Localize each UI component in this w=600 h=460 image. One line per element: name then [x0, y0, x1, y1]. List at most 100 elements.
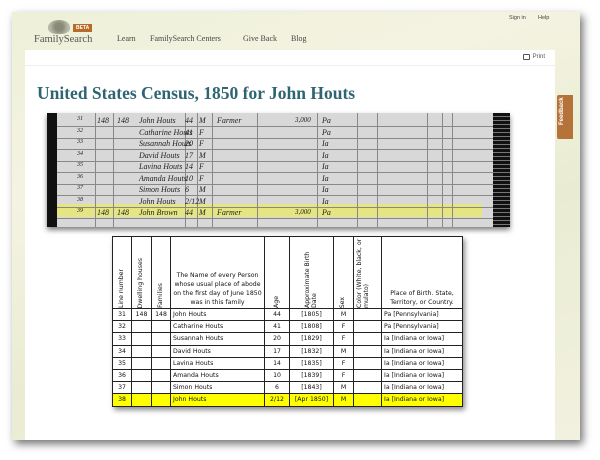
table-cell: 17	[264, 344, 290, 358]
table-cell: Ia [Indiana or Iowa]	[381, 356, 463, 370]
handwritten-sex: M	[199, 208, 206, 217]
handwritten-birth: Ia	[322, 162, 329, 171]
handwritten-name: John Houts	[139, 116, 176, 125]
table-cell	[353, 393, 382, 407]
help-link[interactable]: Help	[538, 15, 549, 21]
handwritten-age: 44	[185, 208, 193, 217]
handwritten-dwelling: 148	[97, 116, 109, 125]
handwritten-sex: F	[199, 139, 204, 148]
page-title: United States Census, 1850 for John Hout…	[37, 83, 356, 103]
handwritten-line: 38	[77, 196, 83, 203]
handwritten-name: Simon Houts	[139, 185, 181, 194]
table-cell: 14	[264, 356, 290, 370]
column-header-label: Color (White, black, or mulato)	[355, 238, 370, 308]
table-row: 37 Simon Houts 6 [1843] M Ia [Indiana or Iowa…	[112, 381, 463, 395]
table-cell	[353, 344, 382, 358]
table-cell	[151, 332, 171, 346]
handwritten-birth: Pa	[322, 116, 331, 125]
column-header: Age	[264, 236, 290, 309]
nav-familysearch-centers[interactable]: FamilySearch Centers	[150, 34, 221, 43]
table-cell: 36	[112, 368, 132, 383]
census-image-row: 37 Simon Houts 6 M Ia	[57, 184, 493, 196]
column-header-label: Approximate Birth Date	[303, 251, 318, 308]
feedback-tab[interactable]: Feedback	[557, 95, 573, 139]
table-cell: David Houts	[170, 344, 265, 358]
table-cell: [1839]	[289, 368, 334, 383]
table-cell: 44	[264, 307, 290, 322]
handwritten-family: 148	[117, 208, 129, 217]
column-header-label: Dwelling houses	[137, 257, 145, 309]
handwritten-birth: Ia	[322, 150, 329, 160]
table-cell: John Houts	[170, 307, 265, 322]
table-cell	[353, 356, 382, 370]
handwritten-birth: Ia	[322, 196, 329, 206]
handwritten-sex: M	[199, 150, 206, 160]
handwritten-name: Susannah Houts	[139, 139, 192, 148]
handwritten-birth: Pa	[322, 127, 331, 137]
table-cell: M	[333, 344, 354, 358]
column-header: Line number	[112, 236, 132, 309]
table-cell: Ia [Indiana or Iowa]	[381, 332, 463, 346]
column-header: Color (White, black, or mulato)	[353, 236, 382, 309]
handwritten-age: 10	[185, 173, 193, 183]
census-image-row: 39 148 148 John Brown 44 M Farmer 3,000 Pa	[57, 207, 493, 219]
sign-in-link[interactable]: Sign in	[509, 15, 526, 21]
familysearch-logo[interactable]: FamilySearch	[28, 20, 108, 48]
census-image-row: 33 Susannah Houts 20 F Ia	[57, 138, 493, 150]
column-header: Dwelling houses	[131, 236, 152, 309]
column-header: The Name of every Person whose usual pla…	[170, 236, 265, 309]
handwritten-name: John Houts	[139, 196, 176, 206]
nav-give-back[interactable]: Give Back	[243, 34, 277, 43]
handwritten-name: John Brown	[139, 208, 178, 217]
table-row: 31 148 148 John Houts 44 [1805] M Pa [Pennsylva…	[112, 307, 463, 322]
table-cell: 20	[264, 332, 290, 346]
table-cell	[353, 320, 382, 334]
table-cell: [Apr 1850]	[289, 393, 334, 407]
tree-icon	[48, 20, 70, 34]
table-cell: 148	[151, 307, 171, 322]
census-image: 31 148 148 John Houts 44 M Farmer 3,000 Pa 32 Cath…	[47, 113, 510, 227]
beta-badge: BETA	[73, 24, 93, 32]
nav-blog[interactable]: Blog	[291, 34, 307, 43]
table-cell: John Houts	[170, 393, 265, 407]
table-cell: 34	[112, 344, 132, 358]
table-cell: Simon Houts	[170, 381, 265, 395]
table-cell: Ia [Indiana or Iowa]	[381, 344, 463, 358]
table-row: 33 Susannah Houts 20 [1829] F Ia [Indiana or …	[112, 332, 463, 346]
column-header-label: Age	[272, 296, 280, 308]
film-edge	[47, 113, 57, 227]
column-header: Families	[151, 236, 171, 309]
table-cell	[131, 320, 152, 334]
handwritten-line: 31	[77, 116, 83, 122]
handwritten-name: David Houts	[139, 150, 180, 160]
table-cell: F	[333, 368, 354, 383]
table-cell: [1835]	[289, 356, 334, 370]
handwritten-sex: M	[199, 116, 206, 125]
table-cell: F	[333, 356, 354, 370]
table-cell: 37	[112, 381, 132, 395]
handwritten-age: 41	[185, 127, 193, 137]
column-header-label: Families	[156, 283, 164, 308]
census-image-row: 35 Lavina Houts 14 F Ia	[57, 161, 493, 173]
table-row: 32 Catharine Houts 41 [1808] F Pa [Pennsylvan…	[112, 320, 463, 334]
table-cell: 35	[112, 356, 132, 370]
column-header-label: Line number	[117, 268, 125, 308]
handwritten-line: 33	[77, 139, 83, 145]
table-cell: 10	[264, 368, 290, 383]
table-cell: Ia [Indiana or Iowa]	[381, 368, 463, 383]
nav-learn[interactable]: Learn	[117, 34, 136, 43]
handwritten-sex: M	[199, 185, 206, 194]
table-cell: F	[333, 332, 354, 346]
handwritten-line: 34	[77, 150, 83, 157]
handwritten-occupation: Farmer	[217, 116, 242, 125]
table-cell: M	[333, 307, 354, 322]
table-cell	[151, 381, 171, 395]
handwritten-line: 37	[77, 185, 83, 191]
print-button[interactable]: Print	[522, 54, 545, 60]
handwritten-dwelling: 148	[97, 208, 109, 217]
table-cell	[131, 393, 152, 407]
table-cell	[131, 381, 152, 395]
film-edge	[493, 113, 510, 227]
census-image-row: 38 John Houts 2/12 M Ia	[57, 196, 493, 208]
census-image-row: 31 148 148 John Houts 44 M Farmer 3,000 Pa	[57, 115, 493, 127]
